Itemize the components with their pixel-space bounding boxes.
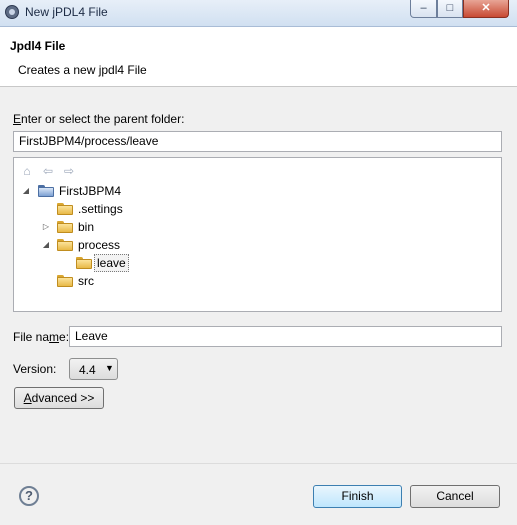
tree-item-label: FirstJBPM4 bbox=[59, 184, 122, 198]
expanded-arrow-icon[interactable]: ◢ bbox=[21, 186, 31, 196]
footer-divider bbox=[0, 463, 517, 464]
minimize-button[interactable]: – bbox=[410, 0, 437, 18]
back-icon[interactable]: ⇦ bbox=[41, 164, 55, 178]
parent-folder-label-text: nter or select the parent folder: bbox=[21, 112, 185, 126]
parent-folder-label-accelerator: E bbox=[13, 112, 22, 126]
version-label: Version: bbox=[13, 362, 57, 376]
parent-folder-input[interactable]: FirstJBPM4/process/leave bbox=[13, 131, 502, 152]
folder-icon bbox=[57, 239, 74, 251]
version-value: 4.4 bbox=[79, 363, 96, 377]
tree-item-src[interactable]: src bbox=[14, 272, 314, 290]
tree-item-leave[interactable]: leave bbox=[14, 254, 314, 272]
collapsed-arrow-icon[interactable]: ▷ bbox=[41, 222, 51, 232]
maximize-button[interactable]: □ bbox=[437, 0, 463, 18]
wizard-title: Jpdl4 File bbox=[10, 39, 66, 53]
folder-icon bbox=[57, 221, 74, 233]
chevron-down-icon: ▼ bbox=[105, 363, 114, 373]
dialog-window: New jPDL4 File – □ ✕ Jpdl4 File Creates … bbox=[0, 0, 517, 525]
wizard-header: Jpdl4 File Creates a new jpdl4 File bbox=[0, 27, 517, 87]
file-name-label: File name: bbox=[13, 330, 69, 344]
file-name-label-suffix: e: bbox=[59, 330, 70, 344]
tree-item-label: .settings bbox=[78, 202, 123, 216]
folder-icon bbox=[57, 203, 74, 215]
file-name-input[interactable]: Leave bbox=[69, 326, 502, 347]
advanced-button-accelerator: A bbox=[23, 391, 32, 405]
file-name-label-text: File na bbox=[13, 330, 50, 344]
expanded-arrow-icon[interactable]: ◢ bbox=[41, 240, 51, 250]
cancel-button[interactable]: Cancel bbox=[410, 485, 500, 508]
file-name-label-accelerator: m bbox=[49, 330, 60, 344]
tree-item-label: process bbox=[78, 238, 121, 252]
folder-tree[interactable]: ⌂ ⇦ ⇨ ◢ FirstJBPM4 .settings ▷ bin ◢ pro… bbox=[13, 157, 502, 312]
folder-icon bbox=[57, 275, 74, 287]
advanced-button[interactable]: Advanced >> bbox=[14, 387, 104, 409]
version-select[interactable]: 4.4 ▼ bbox=[69, 358, 118, 380]
tree-item-bin[interactable]: ▷ bin bbox=[14, 218, 314, 236]
folder-open-icon bbox=[76, 257, 93, 269]
tree-item-process[interactable]: ◢ process bbox=[14, 236, 314, 254]
close-button[interactable]: ✕ bbox=[463, 0, 509, 18]
tree-item-label: bin bbox=[78, 220, 95, 234]
app-icon bbox=[5, 5, 19, 19]
help-icon[interactable]: ? bbox=[19, 486, 39, 506]
tree-item-label: leave bbox=[94, 254, 129, 272]
tree-item-settings[interactable]: .settings bbox=[14, 200, 314, 218]
title-bar[interactable]: New jPDL4 File – □ ✕ bbox=[0, 0, 517, 27]
advanced-button-label: dvanced >> bbox=[31, 391, 95, 405]
wizard-description: Creates a new jpdl4 File bbox=[18, 63, 147, 77]
window-title: New jPDL4 File bbox=[25, 5, 108, 19]
tree-item-label: src bbox=[78, 274, 94, 288]
forward-icon[interactable]: ⇨ bbox=[62, 164, 76, 178]
home-icon[interactable]: ⌂ bbox=[20, 164, 34, 178]
parent-folder-label: Enter or select the parent folder: bbox=[13, 112, 184, 126]
finish-button[interactable]: Finish bbox=[313, 485, 402, 508]
tree-item-firstjbpm4[interactable]: ◢ FirstJBPM4 bbox=[14, 182, 314, 200]
project-folder-icon bbox=[38, 185, 55, 197]
